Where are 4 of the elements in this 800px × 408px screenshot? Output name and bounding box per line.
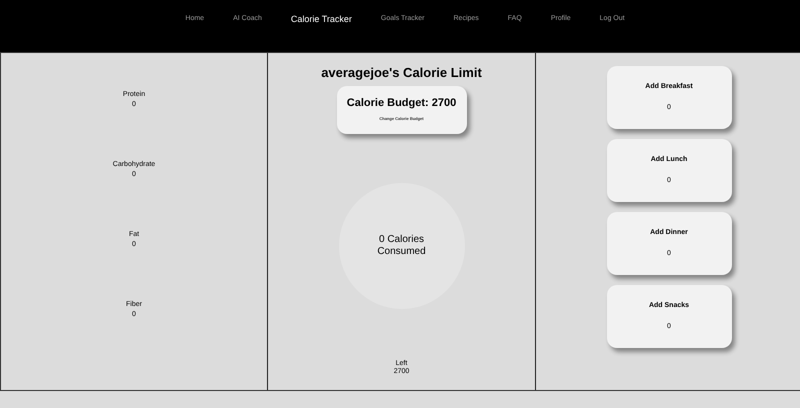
page-title: averagejoe's Calorie Limit [321, 65, 482, 81]
nav-link[interactable]: Calorie Tracker [290, 13, 352, 25]
budget-text: Calorie Budget: 2700 [346, 96, 456, 110]
consumed-text: 0 Calories Consumed [376, 234, 427, 258]
